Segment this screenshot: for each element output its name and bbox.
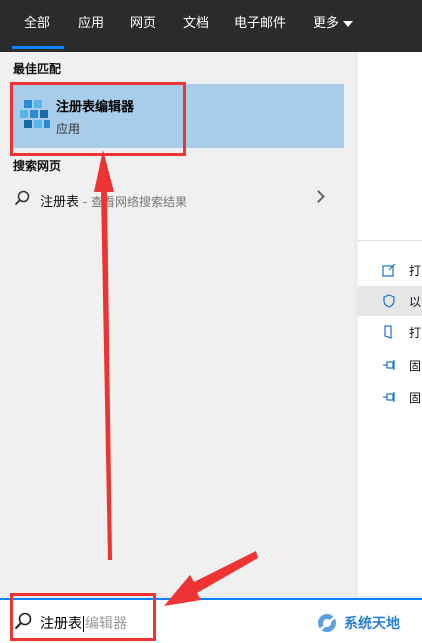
- annotation-arrows: [94, 150, 258, 606]
- annotation-arrow-diagonal: [164, 551, 258, 606]
- annotation-arrow-up: [94, 150, 114, 560]
